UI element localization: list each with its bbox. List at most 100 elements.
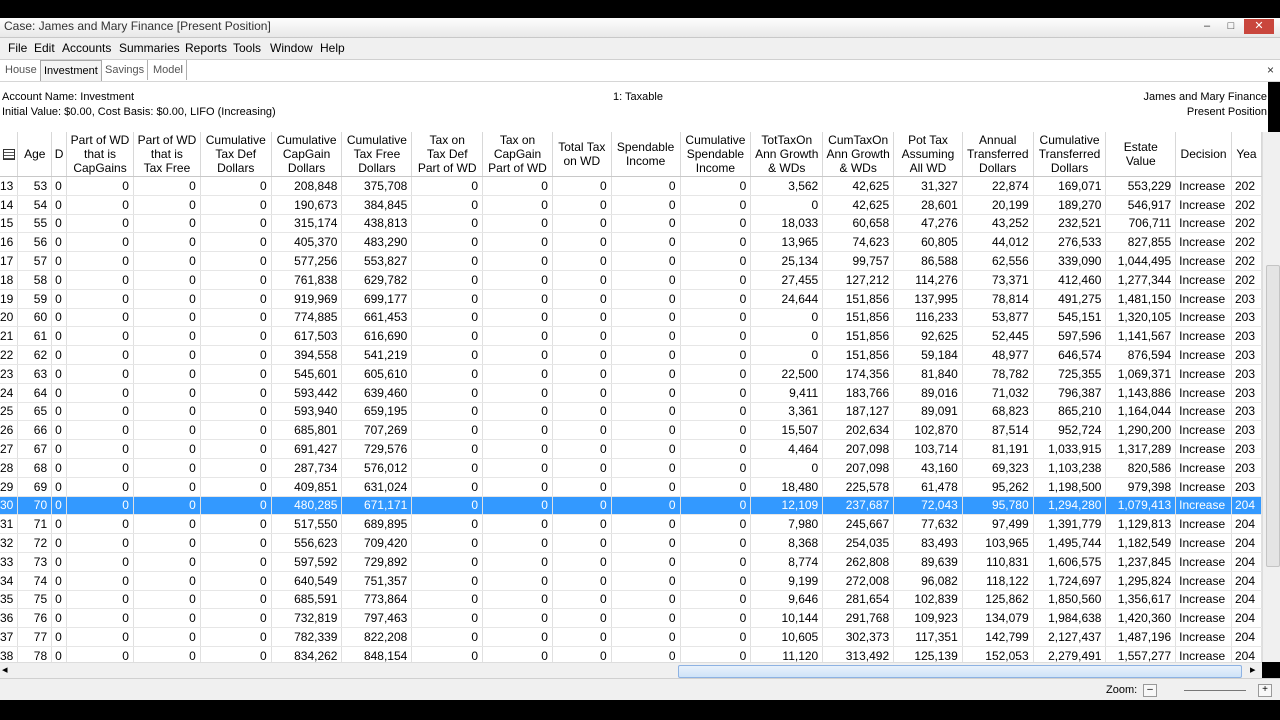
table-cell[interactable]: 59 xyxy=(17,289,53,309)
table-cell[interactable]: 0 xyxy=(750,458,824,478)
table-cell[interactable]: 577,256 xyxy=(271,251,343,271)
table-cell[interactable]: 0 xyxy=(133,420,201,441)
table-cell[interactable]: 0 xyxy=(51,646,68,662)
column-header[interactable]: Total Tax on WD xyxy=(552,132,612,177)
table-cell[interactable]: 61 xyxy=(17,326,53,347)
table-cell[interactable]: 151,856 xyxy=(822,326,895,347)
tab-house[interactable]: House xyxy=(2,60,41,80)
table-cell[interactable]: 405,370 xyxy=(271,232,343,253)
table-cell[interactable]: 0 xyxy=(51,195,68,215)
table-cell[interactable]: 0 xyxy=(51,402,68,422)
table-cell[interactable]: 0 xyxy=(200,420,272,441)
row-number[interactable]: 16 xyxy=(0,232,19,253)
table-cell[interactable]: 190,673 xyxy=(271,195,343,215)
row-number[interactable]: 37 xyxy=(0,627,19,647)
table-cell[interactable]: 1,143,886 xyxy=(1105,383,1177,403)
table-cell[interactable]: 0 xyxy=(482,439,553,459)
table-cell[interactable]: 0 xyxy=(66,214,134,234)
table-cell[interactable]: 204 xyxy=(1231,590,1262,610)
table-cell[interactable]: 0 xyxy=(680,420,752,441)
table-cell[interactable]: 0 xyxy=(750,326,824,347)
table-cell[interactable]: 0 xyxy=(133,364,201,384)
table-cell[interactable]: 18,033 xyxy=(750,214,824,234)
table-cell[interactable]: 0 xyxy=(51,477,68,497)
table-cell[interactable]: 11,120 xyxy=(750,646,824,662)
table-cell[interactable]: 1,984,638 xyxy=(1033,608,1107,629)
table-cell[interactable]: 0 xyxy=(482,195,553,215)
table-cell[interactable]: 0 xyxy=(552,458,612,478)
table-cell[interactable]: 169,071 xyxy=(1033,176,1107,196)
table-cell[interactable]: 204 xyxy=(1231,552,1262,572)
table-cell[interactable]: 827,855 xyxy=(1105,232,1177,253)
row-number[interactable]: 35 xyxy=(0,590,19,610)
table-cell[interactable]: 0 xyxy=(680,270,752,290)
table-cell[interactable]: 77 xyxy=(17,627,53,647)
table-cell[interactable]: 0 xyxy=(200,176,272,196)
table-cell[interactable]: 0 xyxy=(200,326,272,347)
table-cell[interactable]: 0 xyxy=(552,270,612,290)
table-cell[interactable]: 483,290 xyxy=(341,232,413,253)
table-cell[interactable]: 83,493 xyxy=(893,533,963,553)
table-cell[interactable]: 1,198,500 xyxy=(1033,477,1107,497)
table-cell[interactable]: 541,219 xyxy=(341,345,413,365)
table-cell[interactable]: 0 xyxy=(51,590,68,610)
table-cell[interactable]: 0 xyxy=(411,571,484,591)
column-header[interactable]: Cumulative Tax Def Dollars xyxy=(200,132,272,177)
table-cell[interactable]: 59,184 xyxy=(893,345,963,365)
table-cell[interactable]: 245,667 xyxy=(822,514,895,535)
table-cell[interactable]: 556,623 xyxy=(271,533,343,553)
column-header[interactable]: Spendable Income xyxy=(611,132,681,177)
table-cell[interactable]: 0 xyxy=(411,477,484,497)
table-cell[interactable]: 9,411 xyxy=(750,383,824,403)
table-row[interactable]: 25 65 0 0 0 0 593,940 659,195 0 0 0 0 0 3,361 187,127 8… xyxy=(0,402,1262,422)
table-cell[interactable]: 725,355 xyxy=(1033,364,1107,384)
table-cell[interactable]: 204 xyxy=(1231,571,1262,591)
table-cell[interactable]: 979,398 xyxy=(1105,477,1177,497)
table-cell[interactable]: 0 xyxy=(133,345,201,365)
table-cell[interactable]: 0 xyxy=(133,571,201,591)
table-cell[interactable]: 629,782 xyxy=(341,270,413,290)
table-cell[interactable]: 0 xyxy=(66,195,134,215)
table-cell[interactable]: 203 xyxy=(1231,477,1262,497)
table-cell[interactable]: 0 xyxy=(611,627,681,647)
table-cell[interactable]: 125,139 xyxy=(893,646,963,662)
table-cell[interactable]: Increase xyxy=(1175,420,1232,441)
row-number[interactable]: 20 xyxy=(0,308,19,328)
table-cell[interactable]: 3,361 xyxy=(750,402,824,422)
table-cell[interactable]: 0 xyxy=(552,439,612,459)
table-cell[interactable]: 751,357 xyxy=(341,571,413,591)
table-cell[interactable]: 0 xyxy=(552,345,612,365)
table-cell[interactable]: 0 xyxy=(411,176,484,196)
table-cell[interactable]: 69 xyxy=(17,477,53,497)
table-cell[interactable]: 73,371 xyxy=(962,270,1034,290)
table-cell[interactable]: 659,195 xyxy=(341,402,413,422)
column-header[interactable]: Cumulative Tax Free Dollars xyxy=(341,132,413,177)
row-number[interactable]: 28 xyxy=(0,458,19,478)
table-cell[interactable]: Increase xyxy=(1175,289,1232,309)
table-cell[interactable]: 31,327 xyxy=(893,176,963,196)
table-cell[interactable]: 0 xyxy=(482,251,553,271)
table-cell[interactable]: 1,557,277 xyxy=(1105,646,1177,662)
table-cell[interactable]: 0 xyxy=(411,251,484,271)
table-cell[interactable]: 0 xyxy=(133,270,201,290)
table-cell[interactable]: 661,453 xyxy=(341,308,413,328)
table-cell[interactable]: 151,856 xyxy=(822,308,895,328)
table-cell[interactable]: 207,098 xyxy=(822,458,895,478)
menu-reports[interactable]: Reports xyxy=(185,41,227,55)
table-cell[interactable]: 0 xyxy=(51,308,68,328)
table-cell[interactable]: 0 xyxy=(133,627,201,647)
table-cell[interactable]: Increase xyxy=(1175,383,1232,403)
table-cell[interactable]: 0 xyxy=(51,458,68,478)
table-cell[interactable]: 605,610 xyxy=(341,364,413,384)
table-cell[interactable]: 0 xyxy=(552,514,612,535)
table-cell[interactable]: 0 xyxy=(200,270,272,290)
table-cell[interactable]: 89,639 xyxy=(893,552,963,572)
row-number[interactable]: 21 xyxy=(0,326,19,347)
table-cell[interactable]: 302,373 xyxy=(822,627,895,647)
table-cell[interactable]: 204 xyxy=(1231,646,1262,662)
vertical-scroll-thumb[interactable] xyxy=(1266,265,1280,567)
table-cell[interactable]: 438,813 xyxy=(341,214,413,234)
table-cell[interactable]: 0 xyxy=(411,345,484,365)
table-cell[interactable]: 0 xyxy=(200,590,272,610)
table-cell[interactable]: 110,831 xyxy=(962,552,1034,572)
